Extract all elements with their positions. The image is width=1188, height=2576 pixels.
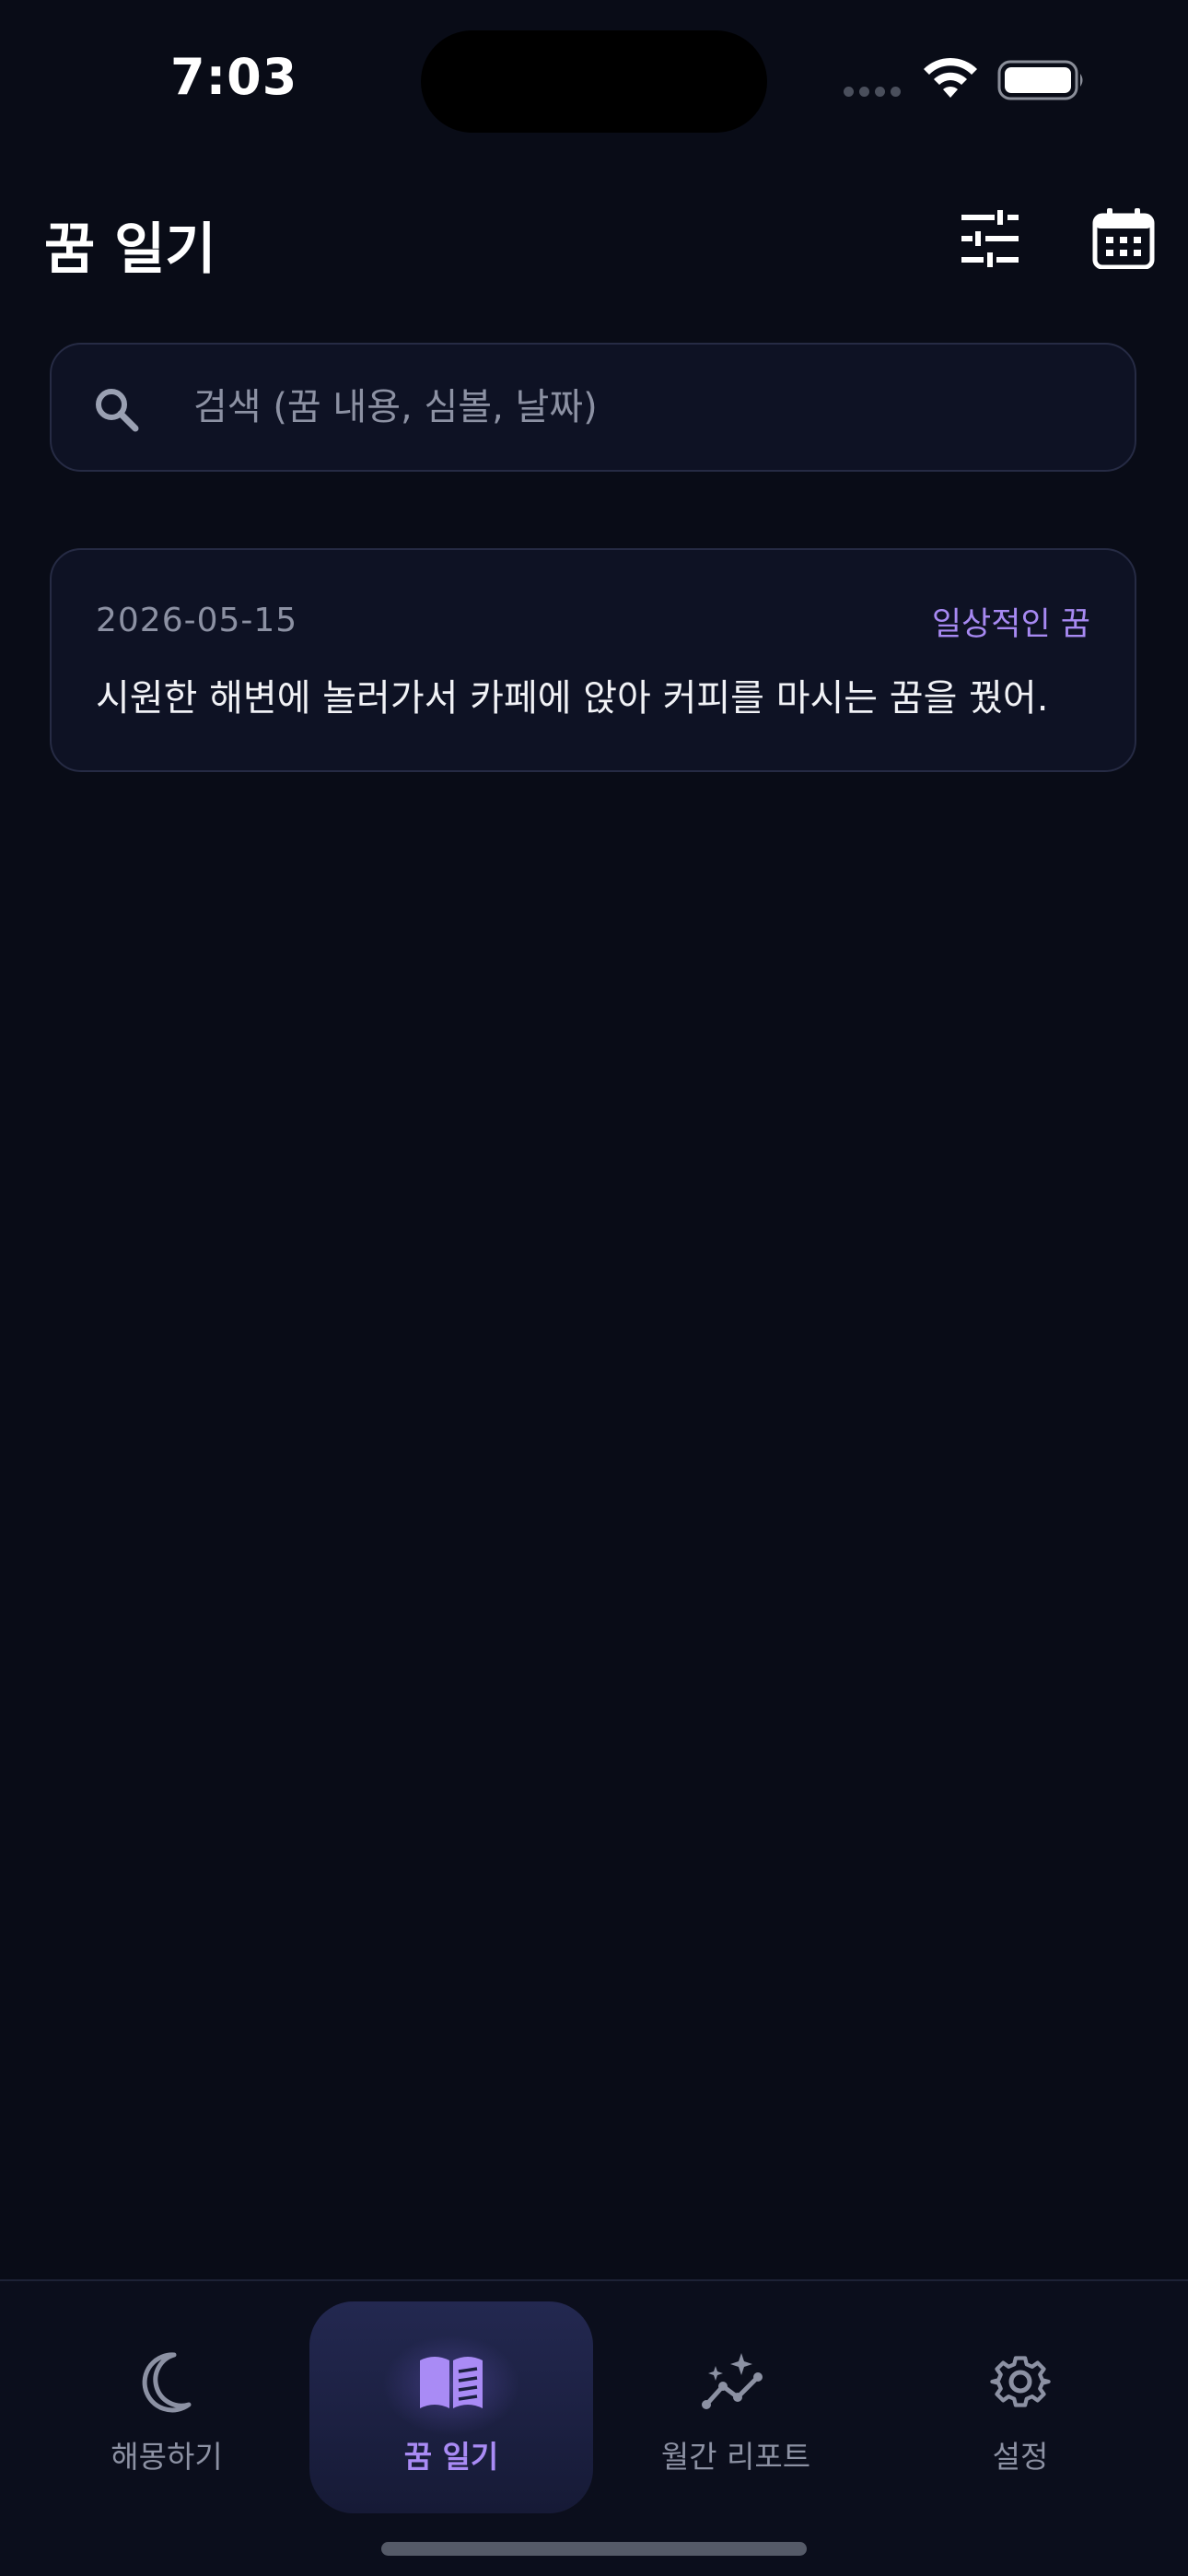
- sliders-icon: [961, 210, 1019, 267]
- tab-label: 꿈 일기: [403, 2439, 499, 2475]
- battery-icon: [997, 60, 1083, 100]
- gear-icon: [990, 2356, 1051, 2407]
- search-icon: [96, 389, 139, 432]
- search-input[interactable]: [193, 345, 1096, 470]
- cellular-signal-icon: [844, 87, 901, 97]
- tab-label: 월간 리포트: [660, 2439, 811, 2475]
- tab-label: 설정: [992, 2439, 1049, 2475]
- dynamic-island: [421, 30, 767, 133]
- trend-sparkle-icon: [702, 2353, 763, 2409]
- dream-category-tag: 일상적인 꿈: [931, 606, 1090, 643]
- search-bar[interactable]: [50, 343, 1136, 472]
- tab-dream-diary[interactable]: 꿈 일기: [309, 2301, 593, 2513]
- tab-settings[interactable]: 설정: [879, 2301, 1162, 2513]
- status-time: 7:03: [170, 48, 298, 106]
- tab-monthly-report[interactable]: 월간 리포트: [594, 2301, 878, 2513]
- home-indicator[interactable]: [381, 2542, 807, 2556]
- dream-date: 2026-05-15: [96, 602, 298, 639]
- dream-entry-card[interactable]: 2026-05-15 일상적인 꿈 시원한 해변에 놀러가서 카페에 앉아 커피…: [50, 548, 1136, 772]
- calendar-button[interactable]: [1092, 208, 1155, 269]
- tab-interpret[interactable]: 해몽하기: [25, 2301, 309, 2513]
- bottom-tab-bar: 해몽하기 꿈 일기 월간 리포트 설정: [0, 2279, 1188, 2576]
- tab-label: 해몽하기: [111, 2439, 223, 2475]
- filter-button[interactable]: [958, 208, 1022, 269]
- book-icon: [420, 2357, 483, 2408]
- calendar-icon: [1092, 208, 1155, 269]
- dream-content: 시원한 해변에 놀러가서 카페에 앉아 커피를 마시는 꿈을 꿨어.: [96, 677, 1049, 720]
- page-title: 꿈 일기: [44, 217, 216, 282]
- wifi-icon: [924, 57, 977, 98]
- moon-icon: [142, 2352, 192, 2413]
